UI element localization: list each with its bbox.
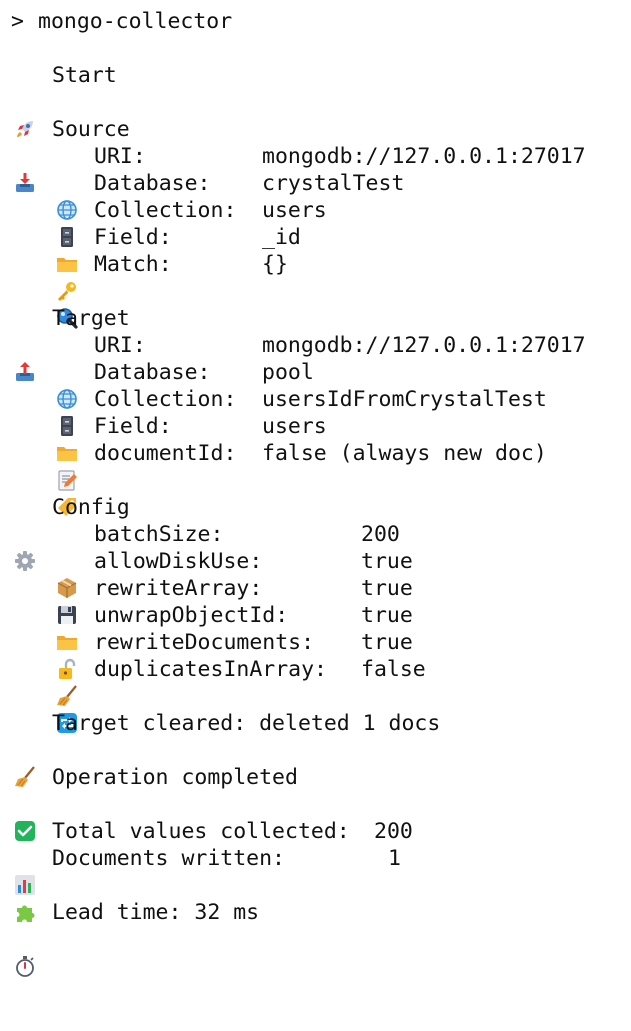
config-unwrapobjectid-key: unwrapObjectId:	[94, 603, 289, 628]
completed-line: Operation completed	[0, 764, 298, 841]
source-collection-value: users	[262, 198, 327, 223]
config-row: batchSize: 200	[0, 521, 400, 598]
lead-time-text: Lead time: 32 ms	[52, 900, 260, 925]
inbox-tray-icon	[14, 118, 36, 192]
config-batchsize-value: 200	[361, 522, 400, 547]
target-documentid-key: documentId:	[94, 441, 237, 466]
target-uri-key: URI:	[94, 333, 146, 358]
target-row: documentId: false (always new doc)	[0, 440, 547, 516]
source-collection-key: Collection:	[94, 198, 237, 223]
config-allowdiskuse-value: true	[361, 549, 413, 574]
folder-icon	[56, 577, 78, 650]
config-rewritedocuments-value: true	[361, 630, 413, 655]
cleared-line: Target cleared: deleted 1 docs	[0, 710, 440, 787]
source-match-value: {}	[262, 252, 288, 277]
source-row: Database: crystalTest	[0, 170, 404, 247]
target-collection-key: Collection:	[94, 387, 237, 412]
rocket-icon	[14, 64, 36, 137]
stats-total-key: Total values collected:	[52, 819, 350, 844]
check-mark-button-icon	[14, 766, 36, 841]
config-row: rewriteArray: true	[0, 575, 413, 650]
source-title: Source	[52, 117, 130, 142]
target-collection-value: usersIdFromCrystalTest	[262, 387, 547, 412]
target-row: URI: mongodb://127.0.0.1:27017	[0, 332, 586, 409]
globe-icon	[56, 145, 78, 220]
stopwatch-icon	[14, 901, 36, 977]
config-duplicatesinarray-key: duplicatesInArray:	[94, 657, 327, 682]
source-uri-value: mongodb://127.0.0.1:27017	[262, 144, 586, 169]
command-text: mongo-collector	[38, 9, 233, 34]
folder-icon	[56, 199, 78, 272]
config-row: allowDiskUse: true	[0, 548, 413, 624]
command-line: > mongo-collector	[0, 8, 232, 35]
source-field-key: Field:	[94, 225, 172, 250]
floppy-disk-icon	[56, 550, 78, 624]
package-icon	[56, 523, 78, 598]
stats-total-value: 200	[374, 819, 413, 844]
source-match-key: Match:	[94, 252, 172, 277]
source-database-value: crystalTest	[262, 171, 405, 196]
cleared-text: Target cleared: deleted 1 docs	[52, 711, 441, 736]
prompt-symbol: >	[11, 9, 24, 34]
config-row: duplicatesInArray: false	[0, 656, 426, 733]
source-row: URI: mongodb://127.0.0.1:27017	[0, 143, 586, 220]
gear-icon	[14, 496, 36, 571]
globe-icon	[56, 334, 78, 409]
broom-icon	[56, 631, 78, 706]
config-batchsize-key: batchSize:	[94, 522, 224, 547]
label-tag-icon	[56, 442, 78, 516]
source-field-value: _id	[262, 225, 301, 250]
puzzle-piece-icon	[14, 847, 36, 922]
target-row: Field: users	[0, 413, 327, 491]
target-field-value: users	[262, 414, 327, 439]
config-allowdiskuse-key: allowDiskUse:	[94, 549, 263, 574]
key-icon	[56, 226, 78, 301]
file-cabinet-icon	[56, 361, 78, 436]
target-uri-value: mongodb://127.0.0.1:27017	[262, 333, 586, 358]
source-heading: Source	[0, 116, 130, 192]
folder-icon	[56, 388, 78, 461]
config-row: unwrapObjectId: true	[0, 602, 413, 679]
target-database-value: pool	[262, 360, 314, 385]
config-rewritedocuments-key: rewriteDocuments:	[94, 630, 315, 655]
source-uri-key: URI:	[94, 144, 146, 169]
broom-icon	[14, 712, 36, 787]
source-row: Match: {}	[0, 251, 288, 329]
source-row: Field: _id	[0, 224, 301, 301]
config-unwrapobjectid-value: true	[361, 603, 413, 628]
file-cabinet-icon	[56, 172, 78, 247]
config-title: Config	[52, 495, 130, 520]
stats-written-value: 1	[388, 846, 401, 871]
outbox-tray-icon	[14, 307, 36, 381]
start-label: Start	[52, 63, 117, 88]
repeat-icon	[56, 658, 78, 733]
source-row: Collection: users	[0, 197, 327, 272]
memo-icon	[56, 415, 78, 491]
config-heading: Config	[0, 494, 130, 571]
unlocked-icon	[56, 604, 78, 679]
target-heading: Target	[0, 305, 130, 381]
stats-written-line: Documents written: 1	[0, 845, 401, 922]
config-duplicatesinarray-value: false	[361, 657, 426, 682]
stats-written-key: Documents written:	[52, 846, 285, 871]
target-title: Target	[52, 306, 130, 331]
completed-text: Operation completed	[52, 765, 298, 790]
bar-chart-icon	[14, 820, 36, 895]
magnifier-icon	[56, 253, 78, 329]
target-row: Database: pool	[0, 359, 314, 436]
target-field-key: Field:	[94, 414, 172, 439]
config-rewritearray-value: true	[361, 576, 413, 601]
stats-total-line: Total values collected: 200	[0, 818, 413, 895]
terminal-output: > mongo-collector Start Source URI: mong…	[0, 0, 631, 977]
start-line: Start	[0, 62, 117, 137]
source-database-key: Database:	[94, 171, 211, 196]
target-database-key: Database:	[94, 360, 211, 385]
config-rewritearray-key: rewriteArray:	[94, 576, 263, 601]
target-row: Collection: usersIdFromCrystalTest	[0, 386, 547, 461]
lead-time-line: Lead time: 32 ms	[0, 899, 259, 977]
config-row: rewriteDocuments: true	[0, 629, 413, 706]
target-documentid-value: false (always new doc)	[262, 441, 547, 466]
